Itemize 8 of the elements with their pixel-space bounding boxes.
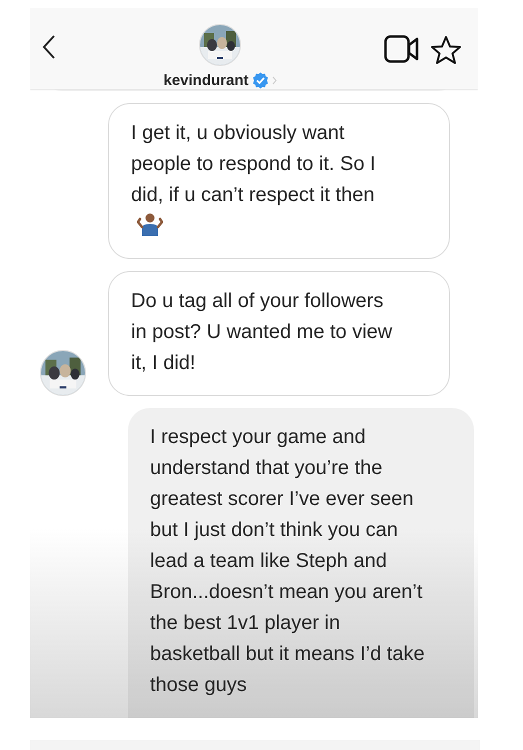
chevron-icon [272,76,277,85]
message-text: Do u tag all of your followers in post? U wanted me to view it, I did! [131,290,392,374]
message-text: I get it, u obviously want people to respond to it. So I did, if u can’t respect it then [131,122,376,206]
username[interactable]: kevindurant [163,72,249,89]
video-camera-icon[interactable] [384,35,420,63]
back-icon[interactable] [42,34,56,60]
message-text: I respect your game and understand that you’re the greatest scorer I’ve ever seen but I just don’t think you can lead a team like Steph and Bron...doesn’t mean you aren’t the best 1v1 player in basketball but it means I’d take those guys [150,426,425,696]
star-icon[interactable] [430,35,462,65]
